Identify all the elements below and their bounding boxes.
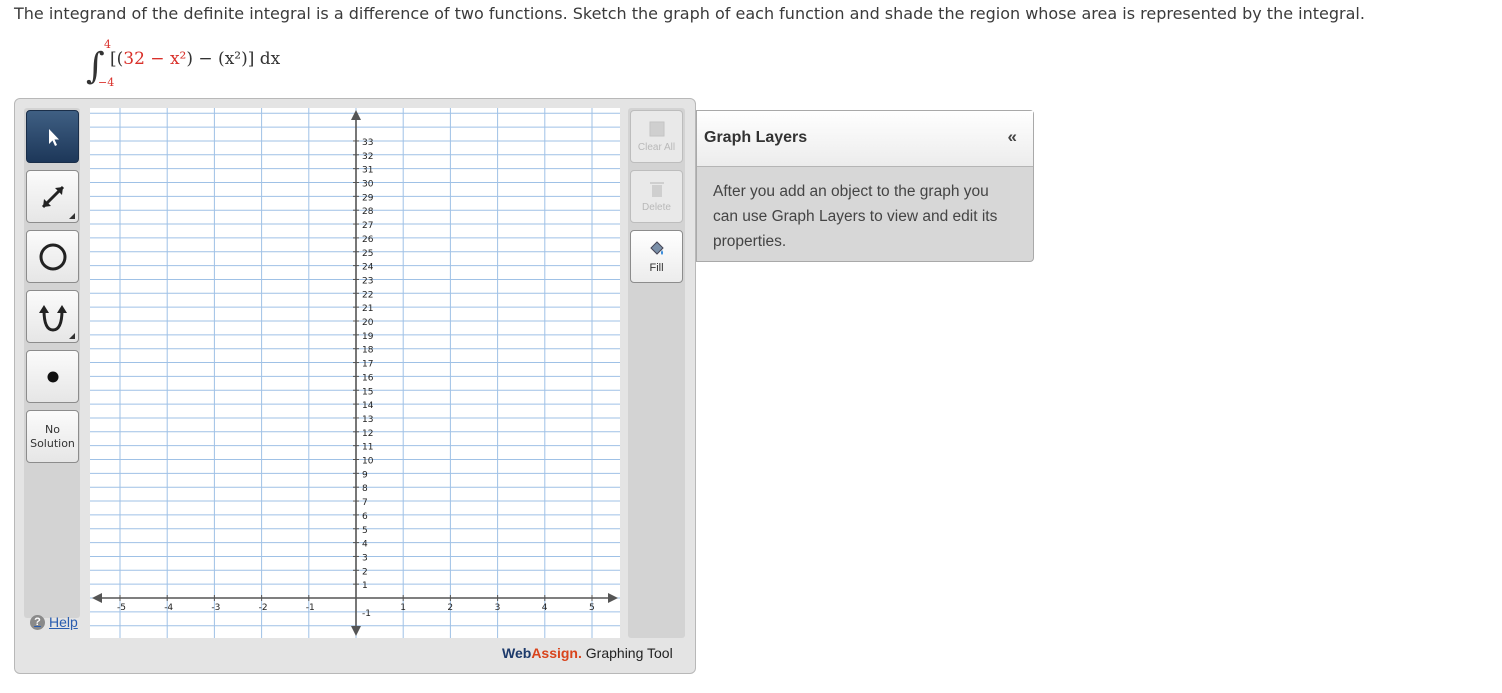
y-tick-label: 28 (362, 207, 374, 217)
y-tick-label: 16 (362, 373, 374, 383)
graph-layers-panel: Graph Layers « After you add an object t… (696, 110, 1034, 262)
y-tick-label: 20 (362, 318, 374, 328)
y-tick-label: 7 (362, 498, 368, 508)
y-tick-label: 10 (362, 457, 374, 467)
x-tick-label: 1 (400, 603, 406, 613)
y-tick-label: 27 (362, 221, 373, 231)
paint-bucket-icon (649, 240, 664, 255)
integrand: [(32 − x²) − (x²)] dx (110, 49, 281, 69)
x-tick-label: 4 (542, 603, 548, 613)
fill-button[interactable]: Fill (630, 230, 683, 283)
y-tick-label: 5 (362, 526, 368, 536)
point-icon (47, 371, 58, 382)
line-arrow-icon (41, 185, 64, 208)
y-tick-label: 3 (362, 553, 368, 563)
y-tick-label: 33 (362, 138, 373, 148)
graph-layers-title: Graph Layers (704, 129, 808, 146)
y-tick-label: 12 (362, 429, 373, 439)
point-tool-button[interactable] (26, 350, 79, 403)
y-tick-label: -1 (362, 609, 371, 619)
y-tick-label: 8 (362, 484, 368, 494)
help-link[interactable]: ? Help (30, 614, 78, 630)
y-tick-label: 2 (362, 567, 368, 577)
y-tick-label: 29 (362, 193, 374, 203)
no-solution-button[interactable]: No Solution (26, 410, 79, 463)
x-tick-label: -1 (306, 603, 315, 613)
x-tick-label: -4 (164, 603, 173, 613)
x-tick-label: 3 (495, 603, 501, 613)
y-tick-label: 4 (362, 540, 368, 550)
parabola-tool-button[interactable] (26, 290, 79, 343)
delete-button[interactable]: Delete (630, 170, 683, 223)
graph-layers-message: After you add an object to the graph you… (713, 183, 998, 250)
y-tick-label: 24 (362, 263, 374, 273)
x-tick-label: -3 (211, 603, 220, 613)
clear-all-icon (649, 121, 664, 137)
webassign-branding: WebAssign. Graphing Tool (502, 645, 673, 661)
y-tick-label: 26 (362, 235, 374, 245)
y-tick-label: 23 (362, 276, 373, 286)
y-tick-label: 18 (362, 346, 374, 356)
collapse-layers-button[interactable]: « (1008, 127, 1017, 147)
y-tick-label: 32 (362, 152, 373, 162)
y-tick-label: 30 (362, 180, 374, 190)
y-tick-label: 11 (362, 443, 373, 453)
graph-background (90, 108, 620, 638)
y-tick-label: 14 (362, 401, 374, 411)
y-tick-label: 19 (362, 332, 374, 342)
y-tick-label: 6 (362, 512, 368, 522)
circle-icon (39, 243, 66, 270)
y-tick-label: 1 (362, 581, 368, 591)
y-tick-label: 13 (362, 415, 373, 425)
top-function: 32 − x² (123, 49, 186, 69)
line-tool-button[interactable] (26, 170, 79, 223)
y-tick-label: 15 (362, 387, 373, 397)
integral-expression: ∫ 4 −4 [(32 − x²) − (x²)] dx (86, 38, 281, 89)
help-icon: ? (30, 614, 45, 630)
y-tick-label: 21 (362, 304, 373, 314)
y-tick-label: 25 (362, 249, 373, 259)
bottom-function: x² (225, 49, 241, 69)
parabola-icon (38, 304, 67, 332)
arrow-pointer-icon (48, 128, 59, 146)
problem-prompt: The integrand of the definite integral i… (14, 4, 1365, 23)
y-tick-label: 9 (362, 470, 368, 480)
trash-icon (649, 182, 664, 197)
y-tick-label: 17 (362, 360, 373, 370)
clear-all-button[interactable]: Clear All (630, 110, 683, 163)
x-tick-label: 5 (589, 603, 595, 613)
select-tool-button[interactable] (26, 110, 79, 163)
x-tick-label: 2 (447, 603, 453, 613)
y-tick-label: 31 (362, 166, 373, 176)
lower-limit: −4 (98, 76, 114, 89)
x-tick-label: -2 (259, 603, 268, 613)
x-tick-label: -5 (117, 603, 126, 613)
circle-tool-button[interactable] (26, 230, 79, 283)
graph-layers-header: Graph Layers « (697, 111, 1033, 167)
graph-canvas[interactable]: -5 -4 -3 -2 -1 1 2 3 4 5 123456789101112131415161… (90, 108, 620, 638)
y-tick-label: 22 (362, 290, 373, 300)
